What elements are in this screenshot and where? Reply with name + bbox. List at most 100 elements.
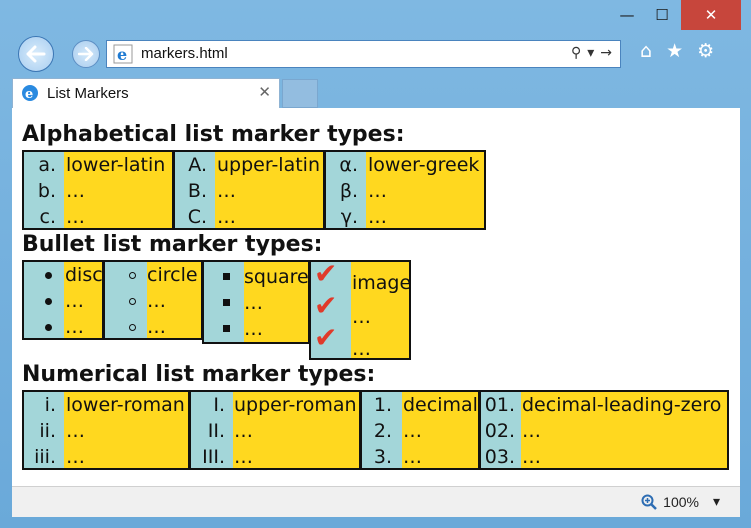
- back-button[interactable]: [18, 36, 54, 72]
- browser-window: — ☐ ✕ e markers.html ⚲ ▾ → ⌂ ★ ⚙ e List …: [0, 0, 751, 528]
- checkmark-icon: ✔: [314, 321, 338, 354]
- address-bar[interactable]: e markers.html ⚲ ▾ →: [106, 40, 621, 68]
- list-item: …: [368, 180, 387, 202]
- disc-bullet: [45, 298, 52, 305]
- list-item: decimal: [403, 394, 478, 416]
- list-item: …: [244, 292, 263, 314]
- list-item: decimal-leading-zero: [522, 394, 722, 416]
- maximize-icon: ☐: [655, 5, 669, 24]
- page-content: Alphabetical list marker types: Bullet l…: [12, 108, 740, 486]
- svg-text:e: e: [117, 45, 127, 64]
- list-marker: 02.: [484, 420, 515, 442]
- list-item: …: [352, 306, 371, 328]
- list-decimal: 1. 2. 3. decimal … …: [360, 390, 480, 470]
- list-marker: ii.: [39, 420, 56, 442]
- list-marker: I.: [213, 394, 225, 416]
- tab-list-markers[interactable]: e List Markers ✕: [12, 78, 280, 108]
- new-tab-button[interactable]: [282, 79, 318, 108]
- zoom-dropdown-icon[interactable]: ▾: [713, 493, 720, 510]
- list-item: disc: [65, 264, 103, 286]
- list-item: …: [66, 446, 85, 468]
- minimize-button[interactable]: —: [607, 0, 647, 30]
- list-upper-latin: A. B. C. upper-latin … …: [173, 150, 325, 230]
- disc-bullet: [45, 324, 52, 331]
- list-lower-roman: i. ii. iii. lower-roman … …: [22, 390, 190, 470]
- list-marker: 2.: [373, 420, 392, 442]
- address-url[interactable]: markers.html: [141, 45, 228, 62]
- maximize-button[interactable]: ☐: [647, 0, 677, 30]
- list-item: …: [66, 206, 85, 228]
- list-item: …: [234, 420, 253, 442]
- list-item: circle: [147, 264, 198, 286]
- list-marker: i.: [44, 394, 56, 416]
- list-marker: iii.: [34, 446, 56, 468]
- list-item: …: [147, 316, 166, 338]
- disc-bullet: [45, 272, 52, 279]
- list-item: …: [352, 338, 371, 360]
- tab-bar: e List Markers ✕: [0, 76, 751, 108]
- circle-bullet: [129, 298, 136, 305]
- ie-tab-icon: e: [22, 85, 38, 102]
- list-item: …: [522, 446, 541, 468]
- list-item: …: [217, 180, 236, 202]
- list-upper-roman: I. II. III. upper-roman … …: [189, 390, 361, 470]
- list-marker: 03.: [484, 446, 515, 468]
- list-item: …: [65, 290, 84, 312]
- list-marker: α.: [339, 154, 358, 176]
- alpha-heading: Alphabetical list marker types:: [22, 122, 405, 147]
- list-marker: b.: [37, 180, 56, 202]
- list-lower-greek: α. β. γ. lower-greek … …: [324, 150, 486, 230]
- home-icon[interactable]: ⌂: [640, 40, 652, 62]
- list-image: ✔ ✔ ✔ image … …: [309, 260, 411, 360]
- list-item: lower-roman: [66, 394, 185, 416]
- ie-page-icon: e: [113, 44, 133, 64]
- svg-text:e: e: [25, 87, 33, 102]
- bullet-heading: Bullet list marker types:: [22, 232, 323, 257]
- forward-arrow-icon: [78, 47, 94, 61]
- list-item: upper-latin: [217, 154, 320, 176]
- circle-bullet: [129, 272, 136, 279]
- list-item: …: [234, 446, 253, 468]
- forward-button[interactable]: [72, 40, 100, 68]
- list-marker: B.: [187, 180, 207, 202]
- list-marker: II.: [207, 420, 225, 442]
- square-bullet: [223, 273, 230, 280]
- list-item: …: [217, 206, 236, 228]
- list-decimal-leading-zero: 01. 02. 03. decimal-leading-zero … …: [479, 390, 729, 470]
- list-marker: 3.: [373, 446, 392, 468]
- list-item: …: [147, 290, 166, 312]
- list-marker: III.: [202, 446, 225, 468]
- list-item: image: [352, 272, 411, 294]
- list-item: upper-roman: [234, 394, 357, 416]
- minimize-icon: —: [619, 5, 635, 24]
- numeric-heading: Numerical list marker types:: [22, 362, 376, 387]
- search-icon[interactable]: ⚲: [571, 45, 581, 61]
- list-circle: circle … …: [103, 260, 203, 340]
- list-marker: c.: [39, 206, 57, 228]
- list-marker: β.: [339, 180, 358, 202]
- square-bullet: [223, 299, 230, 306]
- tab-title: List Markers: [47, 85, 129, 102]
- go-arrow-icon[interactable]: →: [600, 45, 612, 61]
- back-arrow-icon: [26, 45, 46, 63]
- favorites-star-icon[interactable]: ★: [666, 40, 683, 62]
- list-lower-latin: a. b. c. lower-latin … …: [22, 150, 174, 230]
- zoom-control[interactable]: 100% ▾: [641, 493, 720, 510]
- gear-icon[interactable]: ⚙: [697, 40, 714, 62]
- list-item: …: [66, 420, 85, 442]
- chevron-down-icon[interactable]: ▾: [587, 45, 594, 61]
- list-item: …: [403, 420, 422, 442]
- checkmark-icon: ✔: [314, 260, 338, 290]
- close-window-button[interactable]: ✕: [681, 0, 741, 30]
- zoom-level: 100%: [663, 493, 699, 510]
- square-bullet: [223, 325, 230, 332]
- list-marker: a.: [38, 154, 56, 176]
- list-item: …: [65, 316, 84, 338]
- list-marker: A.: [188, 154, 207, 176]
- list-item: …: [522, 420, 541, 442]
- list-item: …: [244, 318, 263, 340]
- tab-close-icon[interactable]: ✕: [258, 83, 271, 101]
- list-item: lower-greek: [368, 154, 480, 176]
- list-marker: C.: [187, 206, 207, 228]
- circle-bullet: [129, 324, 136, 331]
